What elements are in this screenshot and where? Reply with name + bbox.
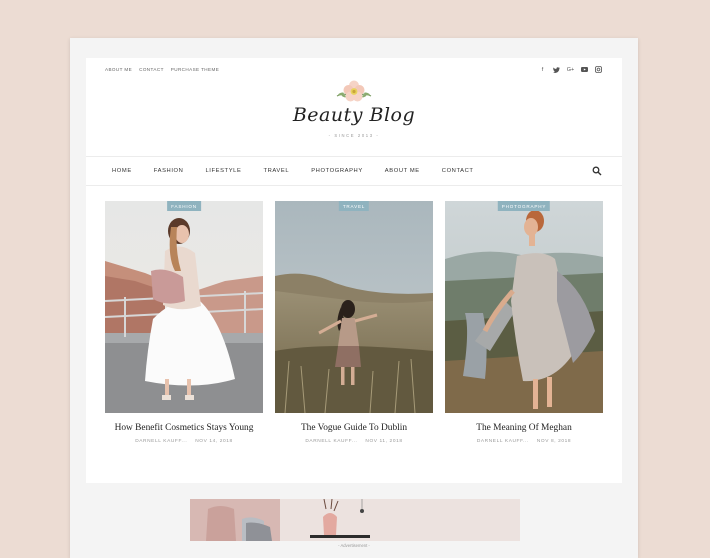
- advertisement-banner[interactable]: [190, 499, 520, 541]
- flower-logo-icon: [336, 80, 372, 102]
- advertisement-section: - Advertisement -: [86, 483, 622, 558]
- nav-item-photography[interactable]: PHOTOGRAPHY: [311, 168, 363, 174]
- nav-item-travel[interactable]: TRAVEL: [263, 168, 289, 174]
- post-card[interactable]: TRAVEL The Vogue Guide To Dublin DARNELL…: [275, 201, 433, 444]
- top-link-purchase[interactable]: PURCHASE THEME: [171, 67, 219, 72]
- post-title[interactable]: The Vogue Guide To Dublin: [275, 423, 433, 433]
- top-link-about[interactable]: ABOUT ME: [105, 67, 132, 72]
- post-date: NOV 11, 2018: [365, 439, 403, 444]
- post-date: NOV 14, 2018: [195, 439, 233, 444]
- nav-item-about-me[interactable]: ABOUT ME: [385, 168, 420, 174]
- google-plus-icon[interactable]: G+: [567, 66, 575, 73]
- twitter-icon[interactable]: [553, 66, 560, 73]
- post-title[interactable]: How Benefit Cosmetics Stays Young: [105, 423, 263, 433]
- post-author[interactable]: DARNELL KAUFF...: [477, 439, 529, 444]
- advertisement-label: - Advertisement -: [338, 543, 370, 548]
- browser-frame: ABOUT ME CONTACT PURCHASE THEME f G+ Bea…: [70, 38, 638, 558]
- post-meta: DARNELL KAUFF... NOV 14, 2018: [105, 439, 263, 444]
- nav-item-contact[interactable]: CONTACT: [442, 168, 474, 174]
- top-link-contact[interactable]: CONTACT: [139, 67, 164, 72]
- post-photo: [445, 201, 603, 413]
- post-author[interactable]: DARNELL KAUFF...: [135, 439, 187, 444]
- site-logo[interactable]: Beauty Blog - SINCE 2013 -: [86, 80, 622, 144]
- post-image[interactable]: FASHION: [105, 201, 263, 413]
- youtube-icon[interactable]: [581, 66, 588, 73]
- category-badge[interactable]: PHOTOGRAPHY: [497, 201, 551, 211]
- logo-text: Beauty Blog: [292, 104, 416, 126]
- post-meta: DARNELL KAUFF... NOV 11, 2018: [275, 439, 433, 444]
- instagram-icon[interactable]: [595, 66, 602, 73]
- post-author[interactable]: DARNELL KAUFF...: [305, 439, 357, 444]
- post-photo: [275, 201, 433, 413]
- post-image[interactable]: PHOTOGRAPHY: [445, 201, 603, 413]
- top-bar: ABOUT ME CONTACT PURCHASE THEME f G+: [86, 58, 622, 82]
- nav-item-home[interactable]: HOME: [112, 168, 132, 174]
- facebook-icon[interactable]: f: [539, 66, 546, 73]
- advertisement-image: [190, 499, 520, 541]
- post-meta: DARNELL KAUFF... NOV 8, 2018: [445, 439, 603, 444]
- post-title[interactable]: The Meaning Of Meghan: [445, 423, 603, 433]
- main-nav: HOME FASHION LIFESTYLE TRAVEL PHOTOGRAPH…: [86, 156, 622, 186]
- category-badge[interactable]: FASHION: [167, 201, 201, 211]
- search-icon[interactable]: [592, 166, 602, 176]
- post-card[interactable]: FASHION How Benefit Cosmetics Stays Youn…: [105, 201, 263, 444]
- nav-item-fashion[interactable]: FASHION: [154, 168, 184, 174]
- post-date: NOV 8, 2018: [536, 439, 572, 444]
- logo-tagline: - SINCE 2013 -: [328, 133, 380, 138]
- top-links: ABOUT ME CONTACT PURCHASE THEME: [105, 67, 219, 72]
- post-card[interactable]: PHOTOGRAPHY The Meaning Of Meghan DARNEL…: [445, 201, 603, 444]
- post-image[interactable]: TRAVEL: [275, 201, 433, 413]
- social-links: f G+: [539, 66, 602, 73]
- category-badge[interactable]: TRAVEL: [338, 201, 370, 211]
- nav-item-lifestyle[interactable]: LIFESTYLE: [205, 168, 241, 174]
- post-photo: [105, 201, 263, 413]
- blog-page: ABOUT ME CONTACT PURCHASE THEME f G+ Bea…: [86, 58, 622, 558]
